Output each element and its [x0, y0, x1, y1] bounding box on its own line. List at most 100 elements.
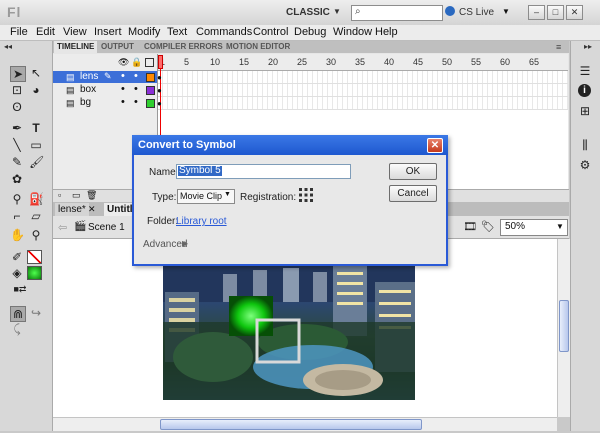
close-icon[interactable]: ✕ — [88, 204, 96, 215]
zoom-tool-icon[interactable]: ⚲ — [29, 228, 43, 242]
lock-dot[interactable]: • — [134, 70, 138, 82]
lock-dot[interactable]: • — [134, 83, 138, 95]
tab-compiler-errors[interactable]: COMPILER ERRORS — [141, 41, 226, 53]
hand-tool-icon[interactable]: ✋ — [10, 228, 25, 242]
layer-name[interactable]: box — [80, 84, 96, 95]
selection-tool-icon[interactable]: ➤ — [10, 66, 26, 82]
layer-color-swatch[interactable] — [146, 86, 155, 95]
eraser-icon[interactable]: ▱ — [29, 209, 43, 223]
scene-label[interactable]: Scene 1 — [88, 222, 125, 233]
free-transform-icon[interactable]: ⊡ — [10, 83, 24, 97]
maximize-button[interactable]: □ — [547, 5, 564, 20]
chevron-down-icon[interactable]: ▼ — [224, 191, 231, 198]
tab-output[interactable]: OUTPUT — [98, 41, 137, 53]
menu-control[interactable]: Control — [253, 26, 288, 38]
menu-insert[interactable]: Insert — [94, 26, 122, 38]
edit-symbol-icon[interactable]: 🏷 — [481, 220, 495, 233]
swap-colors-icon[interactable]: ■⇄ — [13, 282, 27, 296]
straighten-icon[interactable]: ⤹ — [10, 322, 24, 336]
smooth-icon[interactable]: ↪ — [29, 306, 43, 320]
workspace-switcher[interactable]: CLASSIC — [286, 7, 330, 18]
stage-photo[interactable] — [163, 262, 415, 400]
menu-window[interactable]: Window — [333, 26, 372, 38]
registration-grid[interactable] — [298, 187, 314, 203]
new-folder-icon[interactable]: ▭ — [72, 190, 81, 201]
pen-tool-icon[interactable]: ✒ — [10, 121, 24, 135]
rectangle-tool-icon[interactable]: ▭ — [29, 138, 43, 152]
panel-menu-icon[interactable]: ≡ — [556, 42, 561, 52]
menu-file[interactable]: File — [10, 26, 28, 38]
visible-dot[interactable]: • — [121, 83, 125, 95]
visible-dot[interactable]: • — [121, 96, 125, 108]
snap-magnet-icon[interactable]: ⋒ — [10, 306, 26, 322]
menu-modify[interactable]: Modify — [128, 26, 160, 38]
cancel-button[interactable]: Cancel — [389, 185, 437, 202]
advanced-toggle[interactable]: Advanced — [143, 239, 187, 250]
subselection-tool-icon[interactable]: ↖ — [29, 66, 43, 80]
brush-tool-icon[interactable]: 🖌 — [29, 155, 44, 169]
chevron-down-icon[interactable]: ▼ — [502, 7, 510, 16]
new-layer-icon[interactable]: ▫ — [58, 190, 61, 200]
frames-row[interactable] — [158, 97, 568, 110]
swatches-icon[interactable]: ⚙ — [578, 158, 592, 172]
eye-icon[interactable]: 👁 — [118, 57, 129, 68]
ruler-number: 45 — [413, 57, 424, 67]
minimize-button[interactable]: – — [528, 5, 545, 20]
collapse-icon[interactable]: ◂◂ — [4, 42, 12, 51]
type-value: Movie Clip — [180, 191, 223, 201]
menu-edit[interactable]: Edit — [36, 26, 55, 38]
chevron-right-icon[interactable]: ▶ — [182, 239, 188, 248]
menu-help[interactable]: Help — [375, 26, 398, 38]
menu-commands[interactable]: Commands — [196, 26, 252, 38]
doc-tab-lense[interactable]: lense* — [55, 203, 89, 216]
fill-color-swatch[interactable] — [27, 266, 42, 280]
info-icon[interactable]: i — [578, 84, 591, 97]
text-tool-icon[interactable]: T — [29, 121, 43, 135]
outline-icon[interactable] — [145, 58, 154, 67]
layer-name[interactable]: bg — [80, 97, 91, 108]
properties-icon[interactable]: ☰ — [578, 64, 592, 78]
vertical-scroll-thumb[interactable] — [559, 300, 569, 352]
bone-tool-icon[interactable]: ⚲ — [10, 192, 24, 206]
frames-row[interactable] — [158, 84, 568, 97]
library-icon[interactable]: ⫼ — [578, 138, 592, 152]
ruler-number: 15 — [239, 57, 250, 67]
line-tool-icon[interactable]: ╲ — [10, 138, 24, 152]
paint-bucket-icon[interactable]: ⛽ — [29, 192, 44, 206]
ok-button[interactable]: OK — [389, 163, 437, 180]
lasso-icon[interactable]: ʘ — [10, 100, 24, 114]
eyedropper-icon[interactable]: ⌐ — [10, 209, 24, 223]
chevron-down-icon[interactable]: ▼ — [333, 7, 341, 16]
edit-scene-icon[interactable]: 🎞 — [463, 220, 477, 233]
menu-view[interactable]: View — [63, 26, 87, 38]
deco-tool-icon[interactable]: ✿ — [10, 172, 24, 186]
fill-color-icon[interactable]: ◈ — [10, 266, 24, 280]
pencil-tool-icon[interactable]: ✎ — [10, 155, 24, 169]
visible-dot[interactable]: • — [121, 70, 125, 82]
close-button[interactable]: ✕ — [566, 5, 583, 20]
layer-name[interactable]: lens — [80, 71, 98, 82]
search-icon: ⌕ — [355, 6, 361, 17]
folder-link[interactable]: Library root — [176, 216, 227, 227]
frames-row[interactable] — [158, 71, 568, 84]
lock-icon[interactable]: 🔒 — [131, 57, 142, 68]
dialog-close-button[interactable]: ✕ — [427, 138, 443, 153]
transform-icon[interactable]: ⊞ — [578, 104, 592, 118]
horizontal-scroll-thumb[interactable] — [160, 419, 422, 430]
layer-color-swatch[interactable] — [146, 99, 155, 108]
stroke-color-icon[interactable]: ✐ — [10, 250, 24, 264]
tab-motion-editor[interactable]: MOTION EDITOR — [223, 41, 293, 53]
menu-debug[interactable]: Debug — [294, 26, 326, 38]
3d-rotation-icon[interactable]: ◕ — [29, 83, 43, 97]
lock-dot[interactable]: • — [134, 96, 138, 108]
expand-icon[interactable]: ▸▸ — [584, 42, 592, 51]
layer-color-swatch[interactable] — [146, 73, 155, 82]
back-arrow-icon[interactable]: ⇦ — [58, 221, 67, 234]
search-input[interactable] — [351, 5, 443, 21]
menu-text[interactable]: Text — [167, 26, 187, 38]
stroke-color-swatch[interactable] — [27, 250, 42, 264]
trash-icon[interactable]: 🗑 — [86, 190, 97, 201]
chevron-down-icon[interactable]: ▼ — [556, 222, 564, 231]
cs-live-button[interactable]: CS Live — [459, 7, 494, 18]
tab-timeline[interactable]: TIMELINE — [54, 41, 98, 53]
